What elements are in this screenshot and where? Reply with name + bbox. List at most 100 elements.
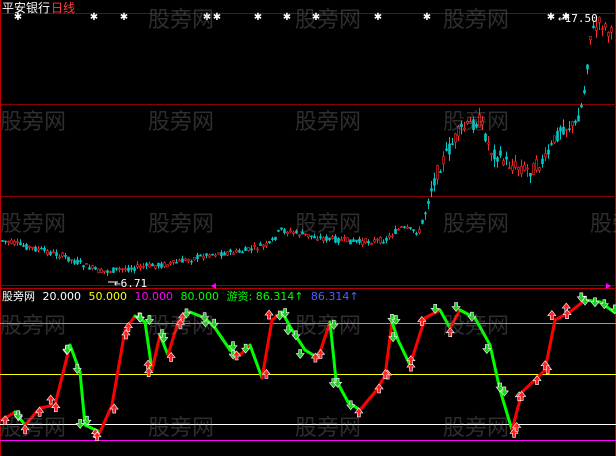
candle-body [124,268,127,270]
candle-body [187,259,190,262]
candle-body [607,32,610,37]
star-icon: ✱ [254,12,262,23]
candle-body [343,237,346,239]
candle-body [223,252,226,256]
candle-body [202,256,205,259]
candle-body [127,267,130,272]
candle-body [10,239,13,244]
grid-lines [0,0,616,456]
candle-body [199,254,202,257]
candle-body [544,153,547,158]
candle-body [514,161,517,168]
indicator-value-6: 86.314↑ [310,290,359,303]
candle-body [91,265,94,269]
high-price-arrow-icon: ← [558,12,565,25]
indicator-line [0,298,616,434]
candle-body [520,166,523,174]
indicator-value-2: 50.000 [88,290,128,303]
candle-body [361,240,364,245]
indicator-header: 股旁网 20.000 50.000 10.000 80.000 游资: 86.3… [2,289,363,305]
candle-body [421,219,424,224]
candle-body [493,149,496,160]
candle-body [439,171,442,173]
candle-body [265,242,268,246]
candlestick-chart[interactable]: ✱ ✱ ✱ ✱ ✱ ✱ ✱ ✱ ✱ ✱ ✱ ✱ [0,0,616,456]
candle-body [169,262,172,265]
candle-body [415,232,418,235]
candle-body [403,226,406,228]
down-arrow-icon [610,304,616,315]
candle-body [277,229,280,232]
candle-body [52,251,55,253]
up-arrow-icon [46,394,56,405]
candle-body [280,227,283,230]
candle-body [166,264,169,267]
candle-body [208,254,211,258]
candle-body [460,123,463,128]
candle-body [13,241,16,245]
candle-body [79,260,82,262]
indicator-segment [358,390,377,412]
candle-body [496,157,499,162]
high-price-value: 17.50 [564,12,598,25]
candlesticks [1,16,613,283]
candle-body [136,264,139,268]
candle-body [526,167,529,170]
candle-body [502,160,505,166]
candle-body [307,234,310,238]
period-label: 日线 [51,1,76,15]
candle-body [229,249,232,253]
candle-body [298,234,301,237]
indicator-value-1: 20.000 [42,290,82,303]
candle-body [487,142,490,145]
candle-body [262,244,265,247]
indicator-segment [473,316,492,347]
down-arrow-icon [209,318,219,329]
candle-body [364,238,367,244]
candle-body [244,247,247,251]
candle-body [88,267,91,270]
candle-body [442,156,445,165]
candle-body [292,231,295,234]
candle-body [325,236,328,241]
candle-body [37,248,40,251]
candle-body [142,266,145,268]
candle-body [574,120,577,124]
candle-body [532,163,535,175]
candle-body [463,127,466,130]
candle-body [394,228,397,235]
candle-body [190,260,193,263]
indicator-segment [260,318,274,380]
candle-body [319,236,322,239]
candle-body [130,267,133,270]
candle-body [241,251,244,254]
candle-body [103,270,106,273]
candle-body [475,123,478,128]
candle-body [562,126,565,135]
candle-body [121,268,124,270]
candle-body [232,252,235,255]
candle-body [448,143,451,155]
candle-body [481,120,484,126]
candle-body [109,271,112,273]
candle-body [157,263,160,267]
candle-body [19,242,22,245]
stock-chart-screen: ✱ ✱ ✱ ✱ ✱ ✱ ✱ ✱ ✱ ✱ ✱ ✱ 平安银行日线 ←17.50 ←6.71 股旁网 20.… [0,0,616,456]
candle-body [433,178,436,186]
candle-body [283,229,286,234]
candle-body [64,255,67,257]
up-arrow-icon [20,424,30,435]
candle-body [328,237,331,240]
candle-body [313,236,316,239]
candle-body [331,236,334,239]
candle-body [106,270,109,273]
candle-body [595,26,598,31]
candle-body [358,238,361,243]
candle-body [379,237,382,244]
candle-body [370,243,373,245]
candle-body [154,265,157,269]
indicator-segment [110,328,127,407]
candle-body [184,258,187,261]
candle-body [376,238,379,241]
candle-body [427,201,430,204]
